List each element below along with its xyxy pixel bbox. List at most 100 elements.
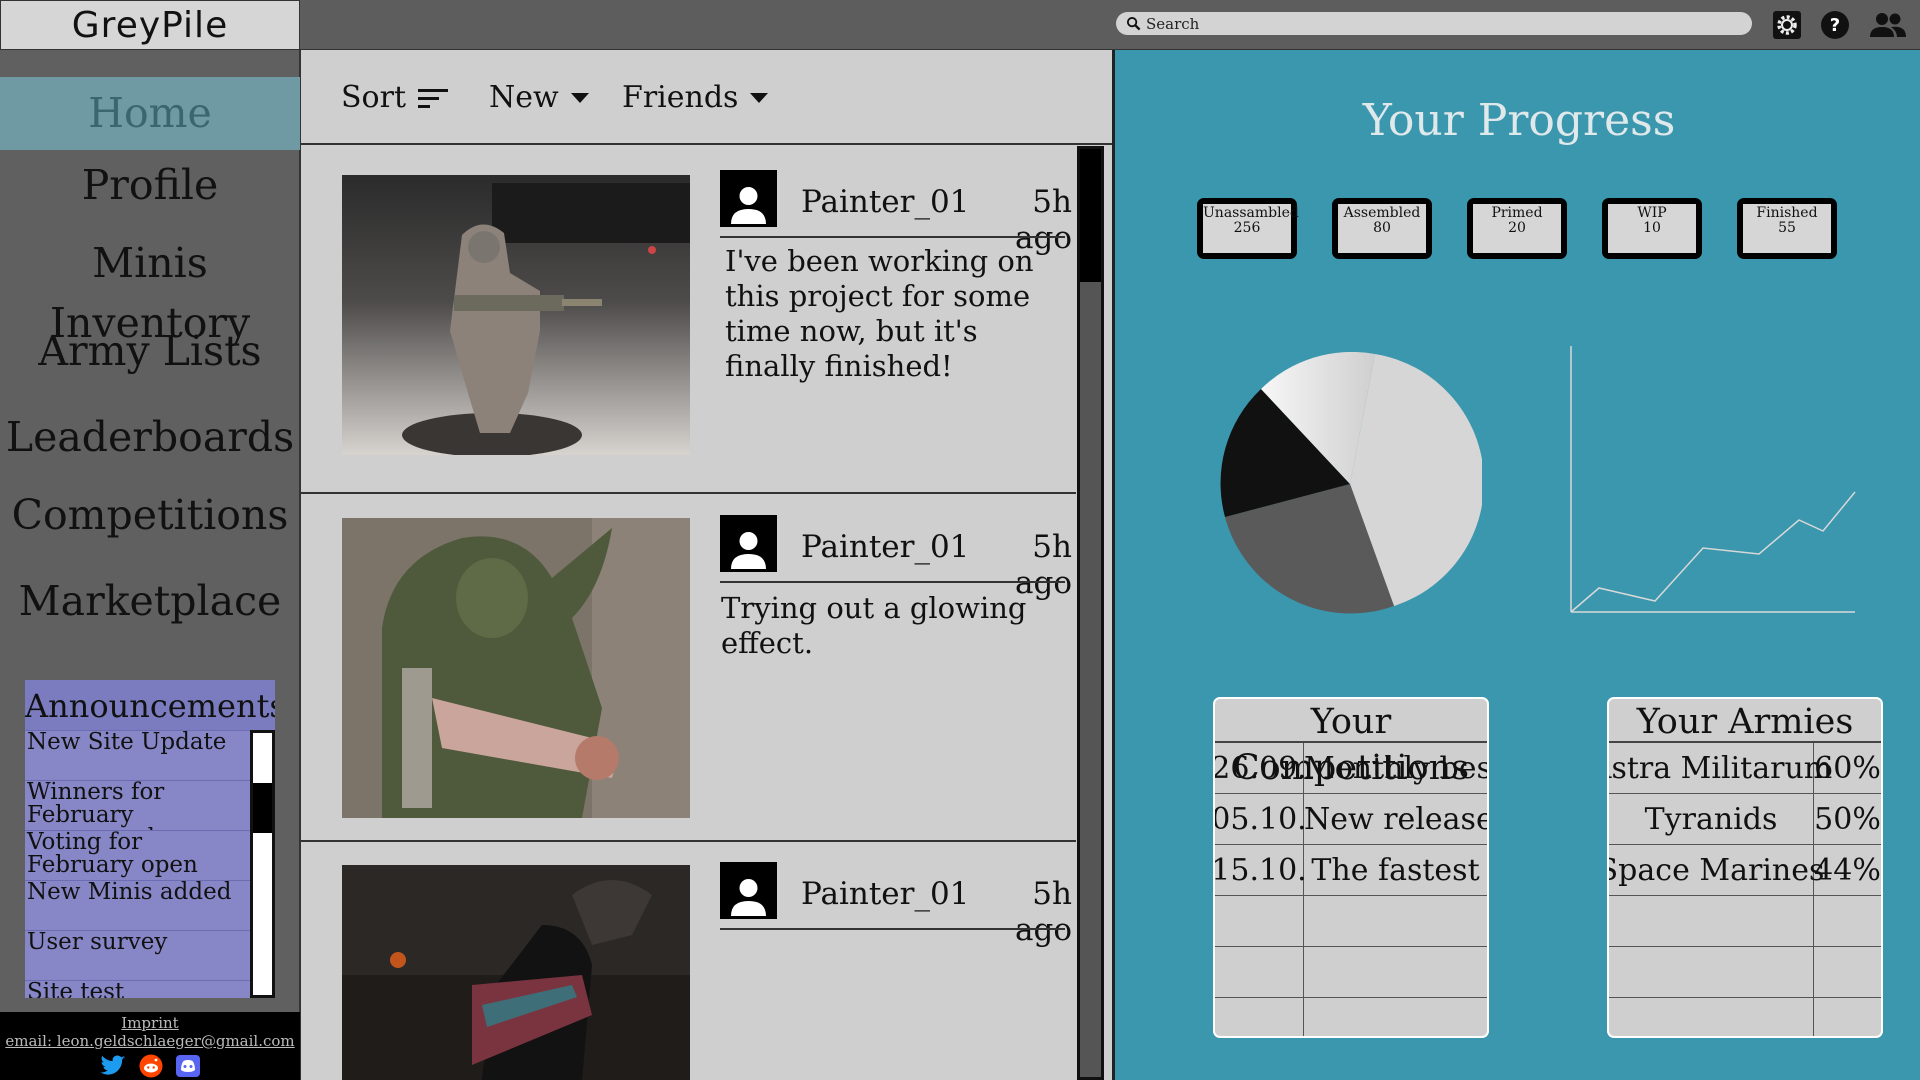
stat-value: 55 [1778,220,1796,236]
gear-icon [1773,11,1801,39]
friends-label: Friends [622,80,739,115]
chevron-down-icon [750,92,769,103]
armies-title: Your Armies [1609,699,1881,743]
announcements-title: Announcements [25,687,275,725]
announcement-item[interactable]: User survey [25,930,250,980]
stat-finished[interactable]: Finished 55 [1737,198,1837,259]
progress-pie-chart[interactable] [1218,352,1482,616]
scrollbar-thumb[interactable] [1080,149,1101,282]
nav-competitions[interactable]: Competitions [0,485,300,545]
table-row[interactable]: 15.10. The fastest [1215,845,1487,896]
avatar[interactable] [720,515,777,572]
feed-panel: Sort New Friends Painter_01 5h ago I've … [300,50,1113,1080]
announcement-item[interactable]: Winners for February announced [25,780,250,850]
competition-name: New release [1304,801,1489,837]
army-name: Astra Militarum [1609,743,1832,793]
sidebar: Home Profile Minis Inventory Army Lists … [0,50,300,1012]
armies-table: Your Armies Astra Militarum 60% Tyranids 5… [1607,697,1883,1038]
help-button[interactable]: ? [1818,9,1852,41]
stat-unassembled[interactable]: Unassambled 256 [1197,198,1299,259]
post-photo[interactable] [342,175,690,455]
imprint-link[interactable]: Imprint [0,1014,300,1032]
divider [720,928,1065,930]
settings-button[interactable] [1770,9,1804,41]
app-logo[interactable]: GreyPile [0,0,300,50]
stat-label: WIP [1637,205,1667,221]
competition-name: Monthly best [1304,750,1489,786]
army-name: Tyranids [1609,794,1814,844]
nav-profile[interactable]: Profile [0,155,300,215]
table-row-empty [1215,896,1487,947]
footer: Imprint email: leon.geldschlaeger@gmail.… [0,1012,300,1080]
stat-label: Unassambled [1203,205,1299,221]
search-input[interactable]: Search [1116,12,1752,35]
stat-assembled[interactable]: Assembled 80 [1332,198,1432,259]
feed-scrollbar[interactable] [1077,146,1104,1080]
army-name: Space Marines [1609,845,1824,895]
post-photo[interactable] [342,865,690,1080]
post-username[interactable]: Painter_01 [801,184,969,220]
table-row-empty [1215,947,1487,998]
post-photo[interactable] [342,518,690,818]
discord-icon[interactable] [175,1054,201,1078]
post-username[interactable]: Painter_01 [801,529,969,565]
announcement-item[interactable]: New Minis added [25,880,250,930]
scrollbar-thumb[interactable] [253,783,272,833]
announcement-item[interactable]: Site test [25,980,250,998]
feed-toolbar: Sort New Friends [301,50,1113,145]
avatar[interactable] [720,862,777,919]
divider [720,581,1065,583]
progress-panel: Your Progress Unassambled 256 Assembled 80… [1112,50,1920,1080]
people-icon [1870,13,1906,37]
progress-line-chart[interactable] [1565,342,1865,622]
reddit-icon[interactable] [139,1054,163,1078]
stat-wip[interactable]: WIP 10 [1602,198,1702,259]
feed-post[interactable]: Painter_01 5h ago [301,842,1076,1080]
user-icon [731,879,766,916]
help-icon: ? [1821,11,1849,39]
table-row[interactable]: 05.10. New release [1215,794,1487,845]
stat-value: 80 [1373,220,1391,236]
post-username[interactable]: Painter_01 [801,876,969,912]
stat-value: 20 [1508,220,1526,236]
announcement-item[interactable]: New Site Update [25,730,250,780]
announcement-item[interactable]: Voting for February open [25,830,250,880]
army-percent: 50% [1814,801,1881,837]
army-percent: 60% [1814,750,1881,786]
table-row[interactable]: Space Marines 44% [1609,845,1881,896]
sort-button[interactable]: Sort [341,80,449,115]
post-text: Trying out a glowing effect. [721,591,1027,660]
feed-post[interactable]: Painter_01 5h ago I've been working on t… [301,146,1076,494]
stat-primed[interactable]: Primed 20 [1467,198,1567,259]
table-row[interactable]: Tyranids 50% [1609,794,1881,845]
nav-minis-inventory[interactable]: Minis Inventory [0,233,300,347]
sort-icon [418,88,449,108]
friends-button[interactable] [1868,9,1908,41]
stat-label: Primed [1491,205,1543,221]
nav-leaderboards[interactable]: Leaderboards [0,407,300,467]
table-row[interactable]: 26.09. Monthly best [1215,743,1487,794]
new-dropdown[interactable]: New [489,80,589,115]
app-logo-text: GreyPile [71,4,229,46]
stat-value: 10 [1643,220,1661,236]
competition-date: 05.10. [1215,794,1307,844]
progress-title: Your Progress [1362,95,1676,146]
top-bar: Search ? [300,0,1920,50]
friends-dropdown[interactable]: Friends [622,80,769,115]
competition-date: 26.09. [1215,743,1307,793]
announcements-scrollbar[interactable] [250,730,275,998]
competitions-table: Your Competitions 26.09. Monthly best 05.… [1213,697,1489,1038]
progress-line [1570,491,1856,613]
nav-marketplace[interactable]: Marketplace [0,571,300,631]
email-link[interactable]: email: leon.geldschlaeger@gmail.com [0,1032,300,1050]
avatar[interactable] [720,170,777,227]
twitter-icon[interactable] [99,1054,127,1078]
table-row-empty [1609,998,1881,1036]
nav-home[interactable]: Home [0,77,300,150]
search-icon [1126,16,1141,31]
competition-name: The fastest [1311,852,1480,888]
nav-army-lists[interactable]: Army Lists [0,321,300,381]
army-percent: 44% [1814,852,1881,888]
table-row[interactable]: Astra Militarum 60% [1609,743,1881,794]
feed-post[interactable]: Painter_01 5h ago Trying out a glowing e… [301,494,1076,842]
